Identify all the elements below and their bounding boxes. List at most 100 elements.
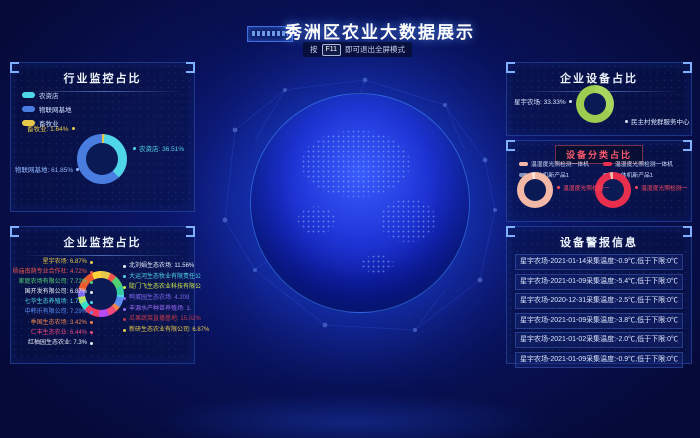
label-text: 温湿度光照检测一 bbox=[641, 183, 687, 192]
label-text: 陡门飞生态农业科技有限公 bbox=[129, 283, 201, 292]
legend-item[interactable]: 农资店 bbox=[22, 90, 72, 100]
label-text: 新研生态农业有限公司: 6.87% bbox=[129, 326, 209, 335]
label-text: 农资店: 36.51% bbox=[139, 143, 184, 153]
label-text: 星宇农场: 6.87% bbox=[43, 258, 87, 267]
hint-prefix: 按 bbox=[310, 44, 318, 55]
legend-label: 温湿度光照检测一体机 bbox=[531, 159, 589, 168]
legend-swatch-icon bbox=[519, 162, 528, 166]
equipment-label-right: 民主村党群服务中心 bbox=[625, 116, 690, 126]
enterprise-label: 家庭农场有限公司: 7.72% bbox=[19, 278, 93, 287]
panel-enterprise-monitor: 企业监控占比 星宇农场: 6.87% 杨庙南鹄专业合作社: 4.72% 家庭农场… bbox=[10, 226, 195, 364]
legend-label: 物联网基地 bbox=[39, 104, 72, 114]
enterprise-label: 季国生态农场: 3.42% bbox=[31, 319, 93, 328]
enterprise-label: 陡门飞生态农业科技有限公 bbox=[123, 283, 193, 292]
equipment-label-left: 星宇农场: 33.33% bbox=[514, 96, 572, 106]
floor-glow-decoration bbox=[150, 392, 550, 438]
leader-dot-icon bbox=[90, 331, 93, 334]
alarm-row: 星宇农场-2021-01-09采集温度:-5.4℃,低于下限:0℃ bbox=[515, 274, 683, 290]
industry-label-agristore: 农资店: 36.51% bbox=[133, 143, 184, 153]
equipment-donut-chart[interactable] bbox=[576, 85, 614, 123]
label-text: 鸭蛋园生态农场: 4.209 bbox=[129, 294, 189, 303]
enterprise-label: 丰源水产种苗养殖场: 1. bbox=[123, 305, 193, 314]
enterprise-label: 北刘娟生态农场: 11.56% bbox=[123, 262, 193, 271]
alarm-text: 星宇农场-2021-01-09采集温度:-5.4℃,低于下限:0℃ bbox=[520, 278, 678, 285]
industry-label-livestock: 畜牧业: 1.64% bbox=[27, 123, 75, 133]
legend-item[interactable]: 温湿度光照检测一体机 bbox=[603, 159, 673, 168]
enterprise-label: 仁丰生态农业: 6.44% bbox=[31, 329, 93, 338]
leader-dot-icon bbox=[76, 168, 79, 171]
enterprise-label: 中韩乐有限公司: 7.29% bbox=[25, 308, 93, 317]
alarm-row: 星宇农场-2021-01-02采集温度:-2.0℃,低于下限:0℃ bbox=[515, 332, 683, 348]
enterprise-label: 杨庙南鹄专业合作社: 4.72% bbox=[13, 268, 93, 277]
device-class-pointer-right: 温湿度光照检测一 bbox=[635, 183, 687, 192]
label-text: 瓜果蔬菜直播基地: 15.02% bbox=[129, 315, 201, 324]
label-text: 星宇农场: 33.33% bbox=[514, 96, 566, 106]
legend-swatch-icon bbox=[22, 106, 35, 112]
enterprise-label: 七华生态养殖场: 1.72% bbox=[25, 298, 93, 307]
leader-dot-icon bbox=[133, 147, 136, 150]
label-text: 红柚园生态农业: 7.3% bbox=[28, 339, 87, 348]
leader-dot-icon bbox=[123, 308, 126, 311]
leader-dot-icon bbox=[90, 301, 93, 304]
enterprise-label: 鸭蛋园生态农场: 4.209 bbox=[123, 294, 193, 303]
label-text: 畜牧业: 1.64% bbox=[27, 123, 69, 133]
leader-dot-icon bbox=[123, 318, 126, 321]
leader-dot-icon bbox=[569, 100, 572, 103]
page-title: 秀洲区农业大数据展示 bbox=[60, 18, 700, 43]
leader-dot-icon bbox=[557, 186, 560, 189]
alarm-row: 星宇农场-2021-01-09采集温度:-0.9℃,低于下限:0℃ bbox=[515, 352, 683, 368]
donut-hole bbox=[584, 93, 606, 115]
globe-dot-map bbox=[251, 94, 469, 312]
enterprise-label: 红柚园生态农业: 7.3% bbox=[28, 339, 93, 348]
panel-title-industry: 行业监控占比 bbox=[11, 63, 194, 86]
leader-dot-icon bbox=[90, 291, 93, 294]
label-text: 家庭农场有限公司: 7.72% bbox=[19, 278, 87, 287]
enterprise-label: 新研生态农业有限公司: 6.87% bbox=[123, 326, 193, 335]
leader-dot-icon bbox=[123, 297, 126, 300]
donut-hole bbox=[86, 143, 118, 175]
leader-dot-icon bbox=[123, 286, 126, 289]
leader-dot-icon bbox=[90, 311, 93, 314]
alarm-text: 星宇农场-2021-01-09采集温度:-0.9℃,低于下限:0℃ bbox=[520, 356, 678, 363]
label-text: 北刘娟生态农场: 11.56% bbox=[129, 262, 194, 271]
label-text: 温湿度光照检测一 bbox=[563, 183, 609, 192]
leader-dot-icon bbox=[123, 275, 126, 278]
panel-title-enterprise: 企业监控占比 bbox=[11, 227, 194, 250]
industry-donut-chart[interactable] bbox=[77, 134, 127, 184]
leader-dot-icon bbox=[90, 281, 93, 284]
alarm-row: 星宇农场-2021-01-09采集温度:-3.8℃,低于下限:0℃ bbox=[515, 313, 683, 329]
leader-dot-icon bbox=[635, 186, 638, 189]
leader-dot-icon bbox=[90, 342, 93, 345]
enterprise-label: 星宇农场: 6.87% bbox=[43, 258, 93, 267]
panel-equipment-ratio: 企业设备占比 星宇农场: 33.33% 民主村党群服务中心 bbox=[506, 62, 692, 136]
alarm-text: 星宇农场-2021-01-14采集温度:-0.9℃,低于下限:0℃ bbox=[520, 258, 678, 265]
panel-title-equipment: 企业设备占比 bbox=[507, 63, 691, 86]
panel-divider bbox=[21, 255, 184, 256]
alarm-text: 星宇农场-2021-01-09采集温度:-3.8℃,低于下限:0℃ bbox=[520, 317, 678, 324]
label-text: 国开发有限公司: 6.87% bbox=[25, 288, 87, 297]
enterprise-label: 瓜果蔬菜直播基地: 15.02% bbox=[123, 315, 193, 324]
alarm-row: 星宇农场-2020-12-31采集温度:-2.5℃,低于下限:0℃ bbox=[515, 293, 683, 309]
fullscreen-hint-bar: 按 F11 即可退出全屏模式 bbox=[303, 42, 412, 57]
alarm-row: 星宇农场-2021-01-14采集温度:-0.9℃,低于下限:0℃ bbox=[515, 254, 683, 270]
device-class-pointer-left: 温湿度光照检测一 bbox=[557, 183, 609, 192]
donut-hole bbox=[524, 179, 546, 201]
panel-device-classification: 设备分类占比 温湿度光照检测一体机 一体机新产品1 温湿度光照检测一体机 bbox=[506, 140, 692, 222]
legend-swatch-icon bbox=[22, 92, 35, 98]
leader-dot-icon bbox=[625, 120, 628, 123]
legend-swatch-icon bbox=[603, 162, 612, 166]
label-text: 杨庙南鹄专业合作社: 4.72% bbox=[13, 268, 87, 277]
panel-device-alarms: 设备警报信息 星宇农场-2021-01-14采集温度:-0.9℃,低于下限:0℃… bbox=[506, 226, 692, 364]
device-class-donut-left[interactable] bbox=[517, 172, 553, 208]
label-text: 物联网基地: 61.85% bbox=[15, 164, 73, 174]
label-text: 季国生态农场: 3.42% bbox=[31, 319, 87, 328]
label-text: 丰源水产种苗养殖场: 1. bbox=[129, 305, 191, 314]
leader-dot-icon bbox=[90, 321, 93, 324]
legend-item[interactable]: 温湿度光照检测一体机 bbox=[519, 159, 589, 168]
label-text: 民主村党群服务中心 bbox=[631, 116, 690, 126]
industry-label-iot: 物联网基地: 61.85% bbox=[15, 164, 79, 174]
label-text: 七华生态养殖场: 1.72% bbox=[25, 298, 87, 307]
legend-item[interactable]: 物联网基地 bbox=[22, 104, 72, 114]
alarm-list: 星宇农场-2021-01-14采集温度:-0.9℃,低于下限:0℃ 星宇农场-2… bbox=[515, 254, 683, 368]
legend-label: 农资店 bbox=[39, 90, 59, 100]
